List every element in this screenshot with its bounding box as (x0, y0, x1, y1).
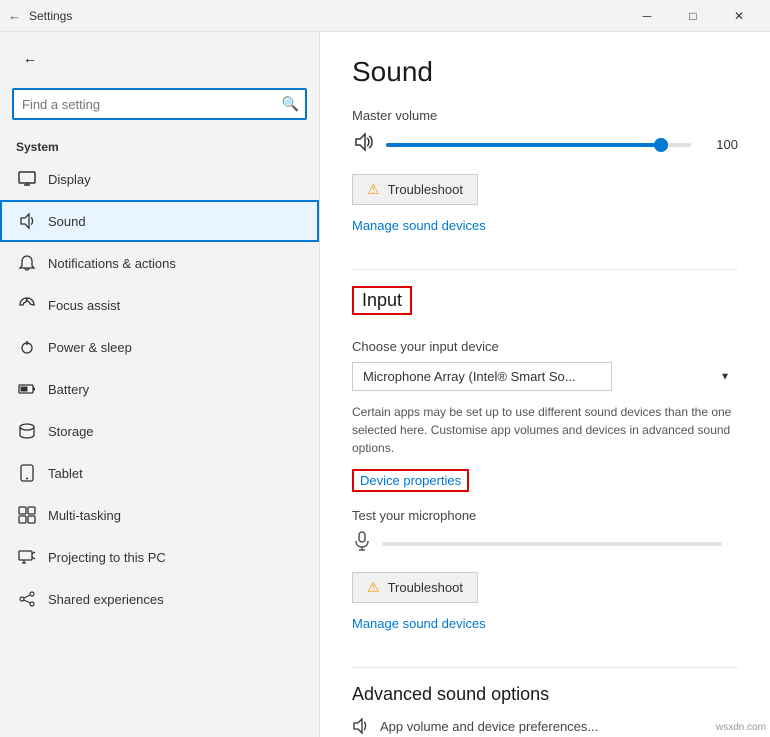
minimize-button[interactable]: ─ (624, 0, 670, 32)
troubleshoot-button-1[interactable]: ⚠ Troubleshoot (352, 174, 478, 205)
sidebar-item-notifications[interactable]: Notifications & actions (0, 242, 319, 284)
multitasking-label: Multi-tasking (48, 508, 121, 523)
warn-icon-1: ⚠ (367, 181, 380, 198)
maximize-button[interactable]: □ (670, 0, 716, 32)
main-content: Sound Master volume 100 ⚠ Troubleshoot (320, 32, 770, 737)
sidebar: ← 🔍 System Display (0, 32, 320, 737)
title-bar-title: Settings (29, 9, 624, 23)
sidebar-item-shared[interactable]: Shared experiences (0, 578, 319, 620)
power-label: Power & sleep (48, 340, 132, 355)
app-volume-row: App volume and device preferences... (352, 717, 738, 735)
volume-track (386, 143, 691, 147)
projecting-icon (18, 548, 36, 566)
warn-icon-2: ⚠ (367, 579, 380, 596)
troubleshoot-button-2[interactable]: ⚠ Troubleshoot (352, 572, 478, 603)
tablet-label: Tablet (48, 466, 83, 481)
sidebar-item-sound[interactable]: Sound (0, 200, 319, 242)
title-bar-controls: ─ □ ✕ (624, 0, 762, 32)
mic-row (352, 531, 738, 556)
input-section-title: Input (352, 286, 412, 315)
battery-icon (18, 380, 36, 398)
sidebar-item-battery[interactable]: Battery (0, 368, 319, 410)
manage-sound-devices-link-1[interactable]: Manage sound devices (352, 218, 486, 233)
search-icon: 🔍 (282, 96, 299, 113)
projecting-label: Projecting to this PC (48, 550, 166, 565)
manage-sound-devices-link-2[interactable]: Manage sound devices (352, 616, 486, 631)
search-input[interactable] (12, 88, 307, 120)
tablet-icon (18, 464, 36, 482)
sound-icon (18, 212, 36, 230)
sidebar-section-label: System (0, 132, 319, 158)
sidebar-item-power[interactable]: Power & sleep (0, 326, 319, 368)
volume-fill (386, 143, 661, 147)
power-icon (18, 338, 36, 356)
advanced-section-title: Advanced sound options (352, 684, 738, 705)
troubleshoot-label-1: Troubleshoot (388, 182, 463, 197)
divider-1 (352, 269, 738, 270)
display-icon (18, 170, 36, 188)
app-container: ← 🔍 System Display (0, 32, 770, 737)
back-icon: ← (8, 8, 21, 23)
input-section: Input Choose your input device Microphon… (352, 286, 738, 556)
input-device-dropdown[interactable]: Microphone Array (Intel® Smart So... (352, 362, 612, 391)
troubleshoot-label-2: Troubleshoot (388, 580, 463, 595)
back-button[interactable]: ← (16, 44, 44, 72)
focus-label: Focus assist (48, 298, 120, 313)
watermark: wsxdn.com (716, 722, 766, 733)
close-button[interactable]: ✕ (716, 0, 762, 32)
volume-value: 100 (703, 137, 738, 152)
display-label: Display (48, 172, 91, 187)
app-volume-label: App volume and device preferences... (380, 719, 598, 734)
search-box-wrap: 🔍 (12, 88, 307, 120)
sidebar-item-storage[interactable]: Storage (0, 410, 319, 452)
sidebar-nav-header: ← (0, 32, 319, 84)
notifications-icon (18, 254, 36, 272)
sidebar-item-tablet[interactable]: Tablet (0, 452, 319, 494)
sidebar-item-multitasking[interactable]: Multi-tasking (0, 494, 319, 536)
divider-2 (352, 667, 738, 668)
sidebar-item-display[interactable]: Display (0, 158, 319, 200)
input-hint-text: Certain apps may be set up to use differ… (352, 403, 738, 457)
app-volume-icon (352, 717, 370, 735)
shared-label: Shared experiences (48, 592, 164, 607)
sidebar-item-focus[interactable]: Focus assist (0, 284, 319, 326)
storage-icon (18, 422, 36, 440)
volume-icon (352, 131, 374, 158)
shared-icon (18, 590, 36, 608)
storage-label: Storage (48, 424, 94, 439)
master-volume-label: Master volume (352, 108, 738, 123)
notifications-label: Notifications & actions (48, 256, 176, 271)
battery-label: Battery (48, 382, 89, 397)
sidebar-item-projecting[interactable]: Projecting to this PC (0, 536, 319, 578)
mic-level-track (382, 542, 722, 546)
choose-input-label: Choose your input device (352, 339, 738, 354)
device-properties-link[interactable]: Device properties (352, 469, 469, 492)
title-bar: ← Settings ─ □ ✕ (0, 0, 770, 32)
multitasking-icon (18, 506, 36, 524)
mic-test-label: Test your microphone (352, 508, 738, 523)
page-title: Sound (352, 56, 738, 88)
input-device-dropdown-wrap: Microphone Array (Intel® Smart So... ▼ (352, 362, 738, 391)
sound-label: Sound (48, 214, 86, 229)
volume-thumb (654, 138, 668, 152)
mic-icon (352, 531, 372, 556)
volume-row: 100 (352, 131, 738, 158)
dropdown-arrow-icon: ▼ (720, 371, 730, 382)
focus-icon (18, 296, 36, 314)
volume-slider[interactable] (386, 135, 691, 155)
